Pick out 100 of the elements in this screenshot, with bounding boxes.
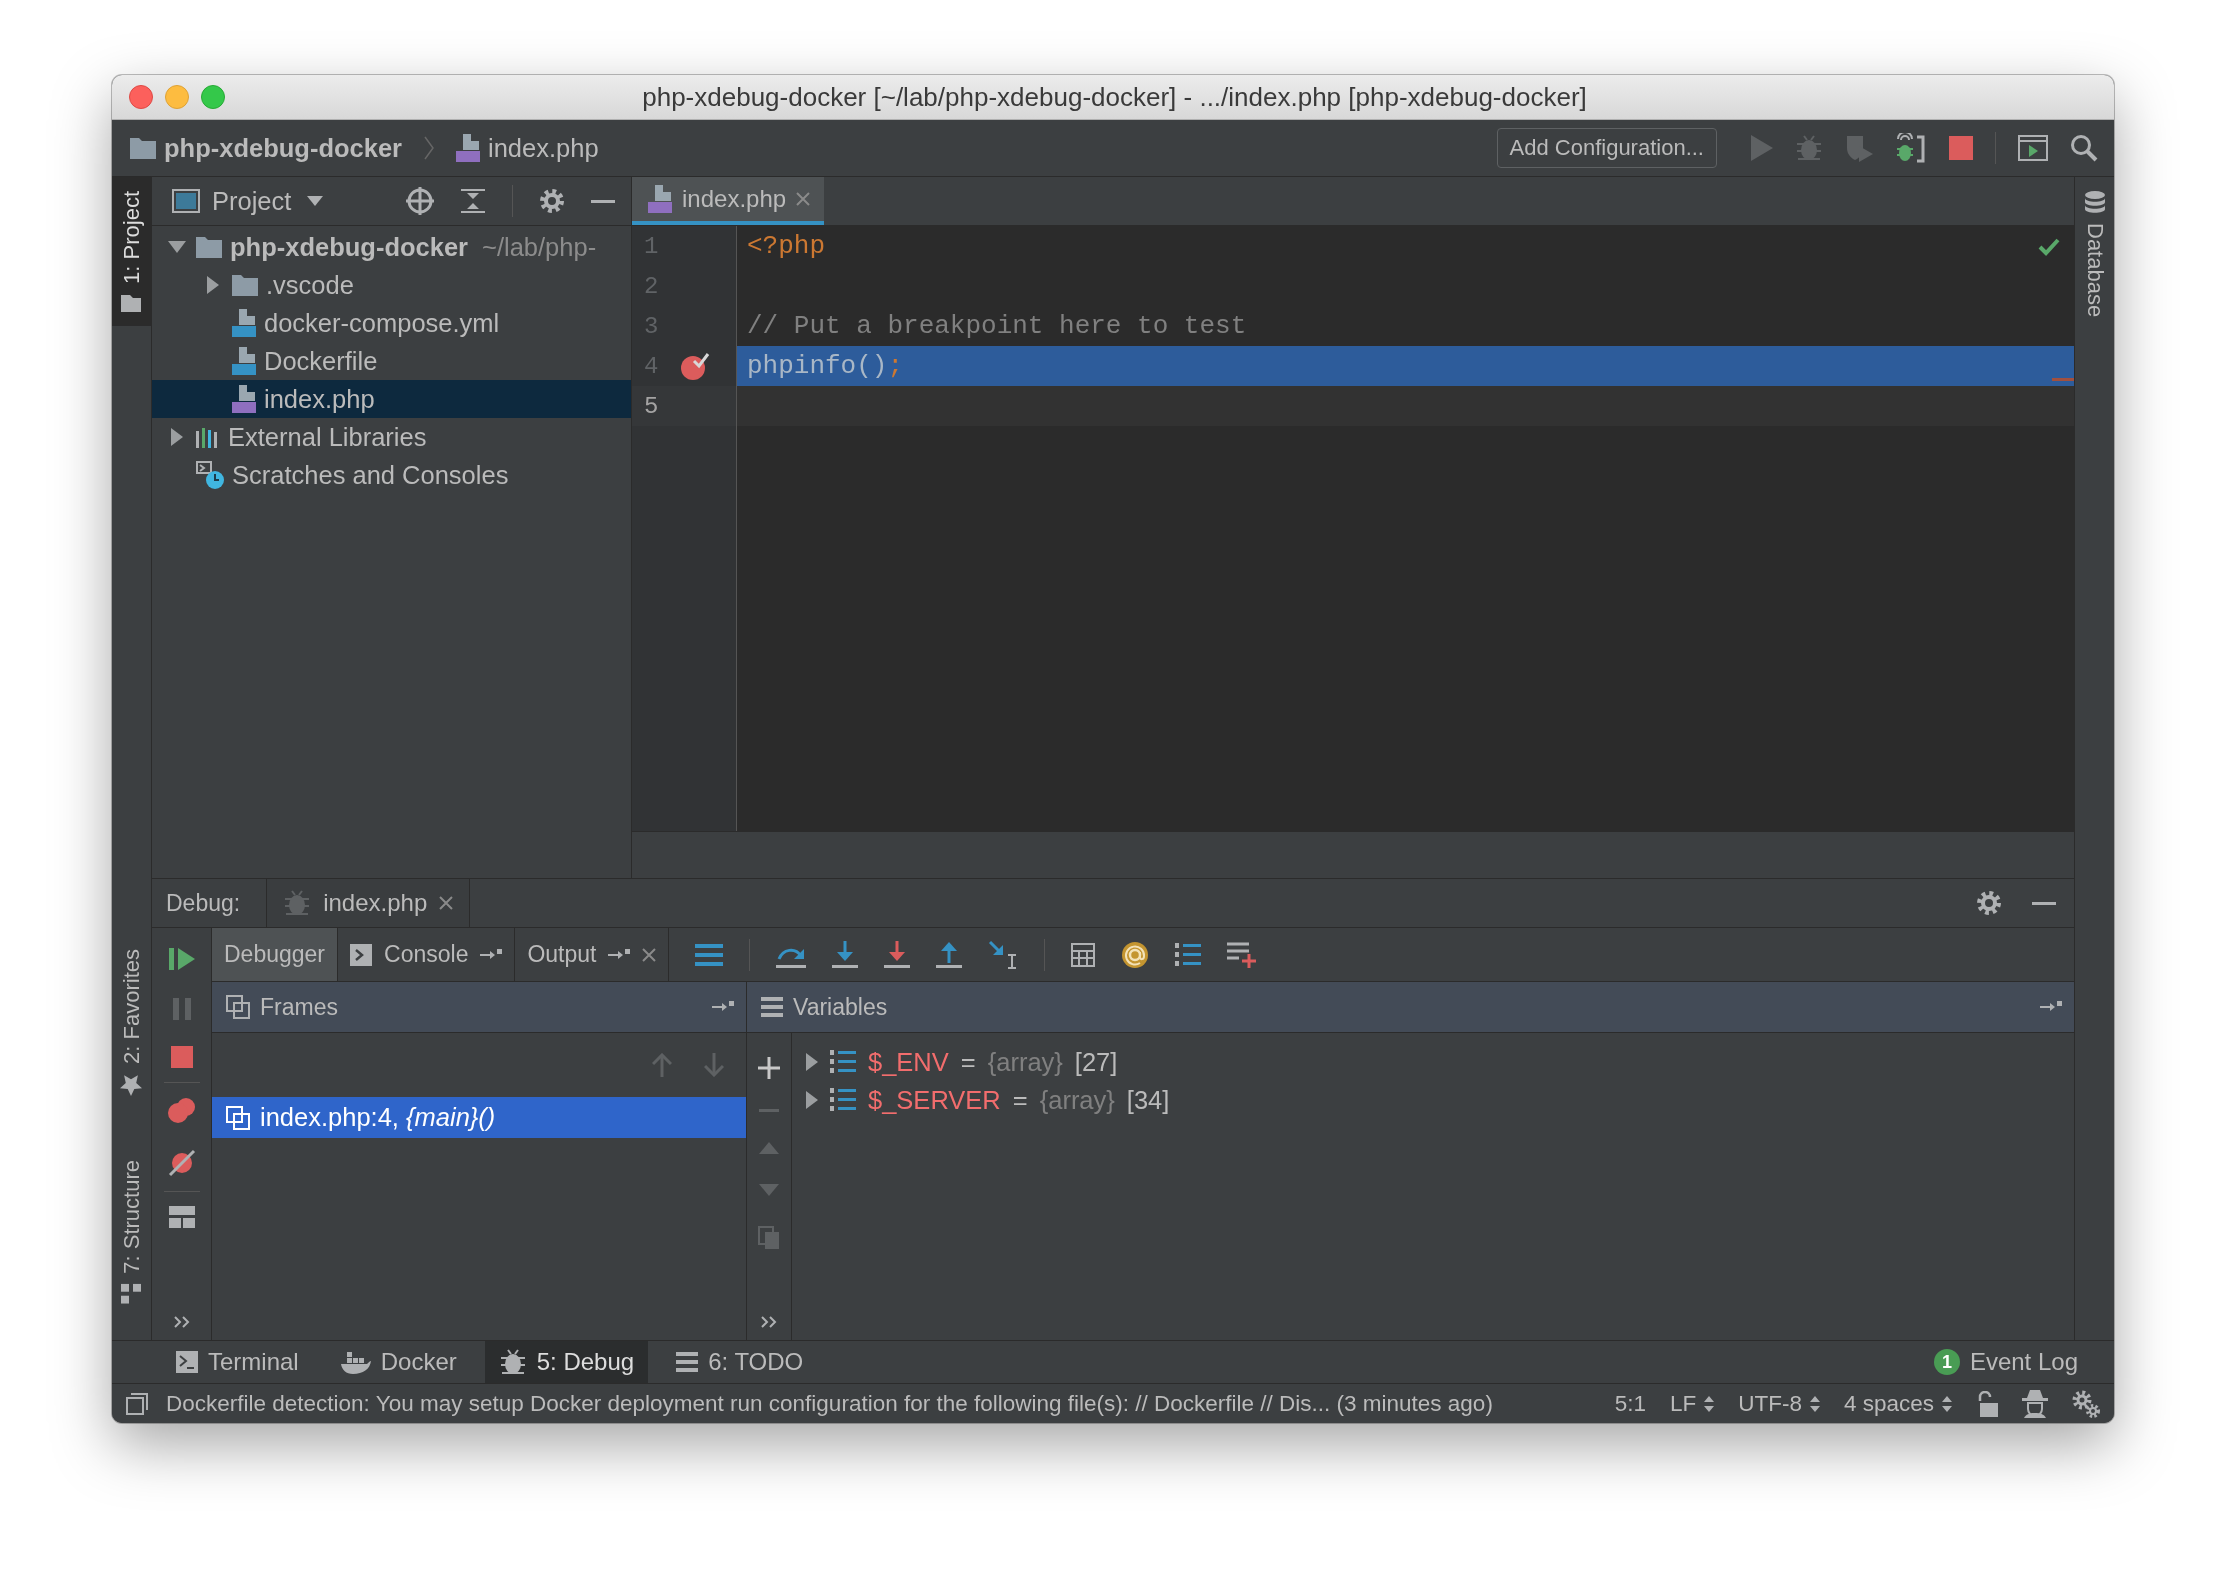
breadcrumb-item[interactable]: index.php [456,133,599,163]
status-message: Dockerfile detection: You may setup Docker deployment run configuration for the following file(s): // Dockerfile // Dis... (3 minutes ago) [166,1390,1493,1417]
file-icon [648,185,672,213]
panel-title: Frames [260,993,338,1021]
expand-arrow-icon[interactable] [806,1053,818,1071]
event-log-button[interactable]: 1 Event Log [1919,1341,2092,1383]
pin-icon[interactable] [712,1001,734,1013]
tree-item[interactable]: External Libraries [152,418,631,456]
calculator-icon[interactable] [1071,942,1096,967]
status-item[interactable]: 5:1 [1614,1390,1646,1417]
updown-icon [1809,1395,1820,1412]
library-icon [196,426,220,448]
folder-path: ~/lab/php- [482,232,597,262]
tool-window-button[interactable]: Docker [326,1341,471,1383]
step-out-icon[interactable] [936,940,963,969]
expand-arrow-icon[interactable] [171,428,183,446]
close-icon[interactable] [439,896,454,910]
variable-item[interactable]: $_SERVER = {array} [34] [792,1081,2074,1119]
status-item[interactable]: 4 spaces [1843,1390,1952,1417]
hat-figure-icon[interactable] [2022,1389,2048,1418]
minimize-icon[interactable] [2032,901,2056,905]
status-item[interactable]: UTF-8 [1738,1390,1820,1417]
search-icon[interactable] [2070,134,2098,162]
breakpoints-icon[interactable] [167,1097,196,1123]
array-icon [830,1049,856,1075]
settings-icon[interactable] [539,188,565,214]
stop-icon[interactable] [170,1046,193,1068]
folder-icon [121,293,142,312]
tool-windows-icon[interactable] [126,1392,148,1415]
execution-point-icon[interactable] [695,943,724,966]
numbered-list-icon[interactable] [1175,941,1202,968]
add-watch-icon[interactable] [1227,940,1258,969]
layout-icon[interactable] [168,1206,195,1228]
expand-arrow-icon[interactable] [806,1091,818,1109]
settings-icon[interactable] [1976,890,2002,916]
file-icon [456,134,480,162]
error-stripe-mark [2052,378,2074,381]
variable-item[interactable]: $_ENV = {array} [27] [792,1043,2074,1081]
pin-icon[interactable] [2040,1001,2062,1013]
status-item[interactable]: LF [1669,1390,1715,1417]
tree-item[interactable]: Dockerfile [152,342,631,380]
window-run-icon[interactable] [2018,135,2048,161]
tree-item[interactable]: Scratches and Consoles [152,456,631,494]
collapse-arrow-icon[interactable] [168,241,186,253]
database-icon [2084,191,2105,213]
tree-item[interactable]: .vscode [152,266,631,304]
frames-icon [226,1105,250,1130]
locate-icon[interactable] [406,187,434,215]
tree-item[interactable]: docker-compose.yml [152,304,631,342]
close-icon[interactable] [642,947,657,962]
folder-icon [130,137,156,159]
tool-window-button[interactable]: 1: Project [112,177,151,326]
file-icon [232,385,256,413]
tool-window-button[interactable]: 6: TODO [662,1341,818,1383]
add-icon[interactable] [758,1057,780,1079]
debug-tab[interactable]: Debugger [212,928,339,981]
tree-item[interactable]: index.php [152,380,631,418]
console-icon [350,943,373,966]
debug-tab[interactable]: Output [515,928,670,981]
window-title: php-xdebug-docker [~/lab/php-xdebug-docker] - .../index.php [php-xdebug-docker] [641,81,1588,113]
run-to-cursor-icon[interactable] [988,939,1019,970]
view-dropdown[interactable]: Project [212,186,324,216]
resume-icon[interactable] [168,946,195,972]
force-step-into-icon[interactable] [884,940,911,969]
tree-item[interactable]: php-xdebug-docker ~/lab/php- [152,228,631,266]
collapse-all-icon[interactable] [460,189,486,213]
tool-window-button[interactable]: Terminal [162,1341,313,1383]
code-line: phpinfo(); [747,351,904,381]
updown-icon [1704,1395,1715,1412]
more-icon[interactable] [173,1316,190,1328]
add-configuration-button[interactable]: Add Configuration... [1496,128,1717,168]
breadcrumb-item[interactable]: php-xdebug-docker [130,133,402,163]
mute-breakpoints-icon[interactable] [167,1149,196,1177]
at-sign-icon[interactable] [1121,940,1150,969]
tool-window-button[interactable]: 7: Structure [112,1146,151,1318]
editor-tab[interactable]: index.php [632,177,825,225]
whale-icon [340,1350,371,1374]
more-icon[interactable] [761,1316,777,1328]
bug-signal-icon[interactable] [1895,133,1927,163]
structure-icon [121,1284,142,1304]
expand-arrow-icon[interactable] [207,276,219,294]
breakpoint-icon[interactable] [680,351,710,381]
lock-icon[interactable] [1976,1390,1998,1417]
tool-window-button[interactable]: Database [2075,177,2114,332]
check-icon [2038,238,2060,256]
pin-icon[interactable] [608,948,631,961]
session-tab[interactable]: index.php [266,879,471,927]
tool-window-button[interactable]: 2: Favorites [112,935,151,1111]
gears-icon[interactable] [2072,1389,2100,1418]
line-number: 5 [643,392,660,420]
frame-item[interactable]: index.php:4, {main}() [212,1097,746,1138]
code-line: // Put a breakpoint here to test [747,311,1247,341]
terminal-icon [176,1351,198,1373]
step-into-icon[interactable] [832,940,859,969]
minimize-icon[interactable] [591,199,615,203]
close-button[interactable] [129,85,153,109]
debug-tab[interactable]: Console [338,928,516,981]
tool-window-button[interactable]: 5: Debug [484,1341,649,1383]
list-icon [676,1352,699,1372]
pin-icon[interactable] [480,948,503,961]
